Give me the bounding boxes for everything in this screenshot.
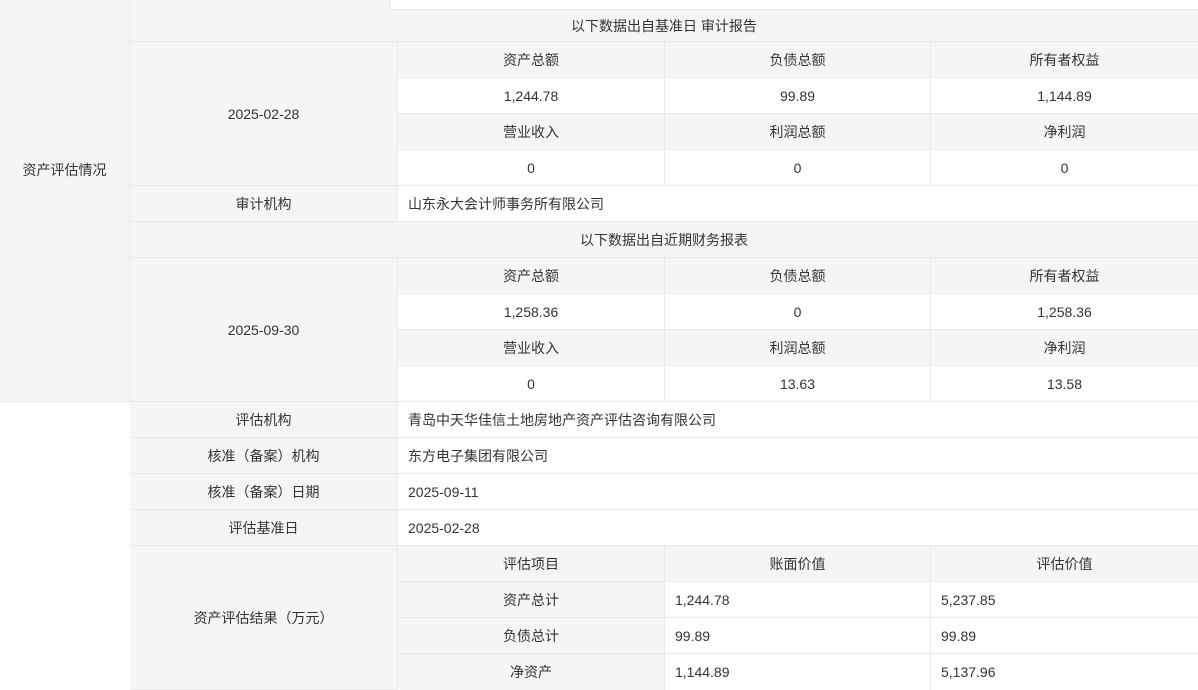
valuation-agency-value: 青岛中天华佳信土地房地产资产评估咨询有限公司 [398,402,1198,438]
audit-value-equity: 1,144.89 [931,78,1198,114]
result-appraised-total-liabilities: 99.89 [931,618,1198,654]
recent-date: 2025-09-30 [130,258,398,402]
recent-value-liabilities: 0 [665,294,931,330]
audit-header-equity: 所有者权益 [931,42,1198,78]
section-label-asset-valuation: 资产评估情况 [0,0,130,288]
recent-header-total-profit: 利润总额 [665,330,931,366]
recent-header-assets: 资产总额 [398,258,665,294]
valuation-base-date-label: 评估基准日 [130,510,398,546]
recent-header-revenue: 营业收入 [398,330,665,366]
recent-value-total-profit: 13.63 [665,366,931,402]
result-item-total-assets: 资产总计 [398,582,665,618]
audit-header-revenue: 营业收入 [398,114,665,150]
result-book-net-assets: 1,144.89 [665,654,931,690]
audit-value-revenue: 0 [398,150,665,186]
result-appraised-total-assets: 5,237.85 [931,582,1198,618]
approval-agency-label: 核准（备案）机构 [130,438,398,474]
recent-value-net-profit: 13.58 [931,366,1198,402]
result-item-net-assets: 净资产 [398,654,665,690]
audit-value-total-profit: 0 [665,150,931,186]
audit-header-assets: 资产总额 [398,42,665,78]
audit-banner: 以下数据出自基准日 审计报告 [130,10,1198,42]
recent-banner: 以下数据出自近期财务报表 [130,222,1198,258]
section-label-line1: 资产评估情况 [23,160,107,180]
result-book-total-assets: 1,244.78 [665,582,931,618]
top-partial-row-left [130,0,390,10]
result-header-book-value: 账面价值 [665,546,931,582]
valuation-base-date-value: 2025-02-28 [398,510,1198,546]
audit-header-net-profit: 净利润 [931,114,1198,150]
auditor-label: 审计机构 [130,186,398,222]
valuation-agency-label: 评估机构 [130,402,398,438]
recent-header-liabilities: 负债总额 [665,258,931,294]
recent-value-equity: 1,258.36 [931,294,1198,330]
valuation-result-label: 资产评估结果（万元） [130,546,398,690]
audit-header-liabilities: 负债总额 [665,42,931,78]
approval-date-value: 2025-09-11 [398,474,1198,510]
recent-header-net-profit: 净利润 [931,330,1198,366]
audit-date: 2025-02-28 [130,42,398,186]
result-header-item: 评估项目 [398,546,665,582]
top-partial-row [390,0,1198,10]
audit-value-assets: 1,244.78 [398,78,665,114]
audit-value-liabilities: 99.89 [665,78,931,114]
recent-header-equity: 所有者权益 [931,258,1198,294]
approval-date-label: 核准（备案）日期 [130,474,398,510]
audit-value-net-profit: 0 [931,150,1198,186]
financial-disclosure-table: 主要财务指标 （万元） 资产评估情况 以下数据出自基准日 审计报告 2025-0… [0,0,1198,690]
approval-agency-value: 东方电子集团有限公司 [398,438,1198,474]
audit-header-total-profit: 利润总额 [665,114,931,150]
result-appraised-net-assets: 5,137.96 [931,654,1198,690]
recent-value-assets: 1,258.36 [398,294,665,330]
result-header-appraised-value: 评估价值 [931,546,1198,582]
recent-value-revenue: 0 [398,366,665,402]
result-item-total-liabilities: 负债总计 [398,618,665,654]
result-book-total-liabilities: 99.89 [665,618,931,654]
auditor-name: 山东永大会计师事务所有限公司 [398,186,1198,222]
